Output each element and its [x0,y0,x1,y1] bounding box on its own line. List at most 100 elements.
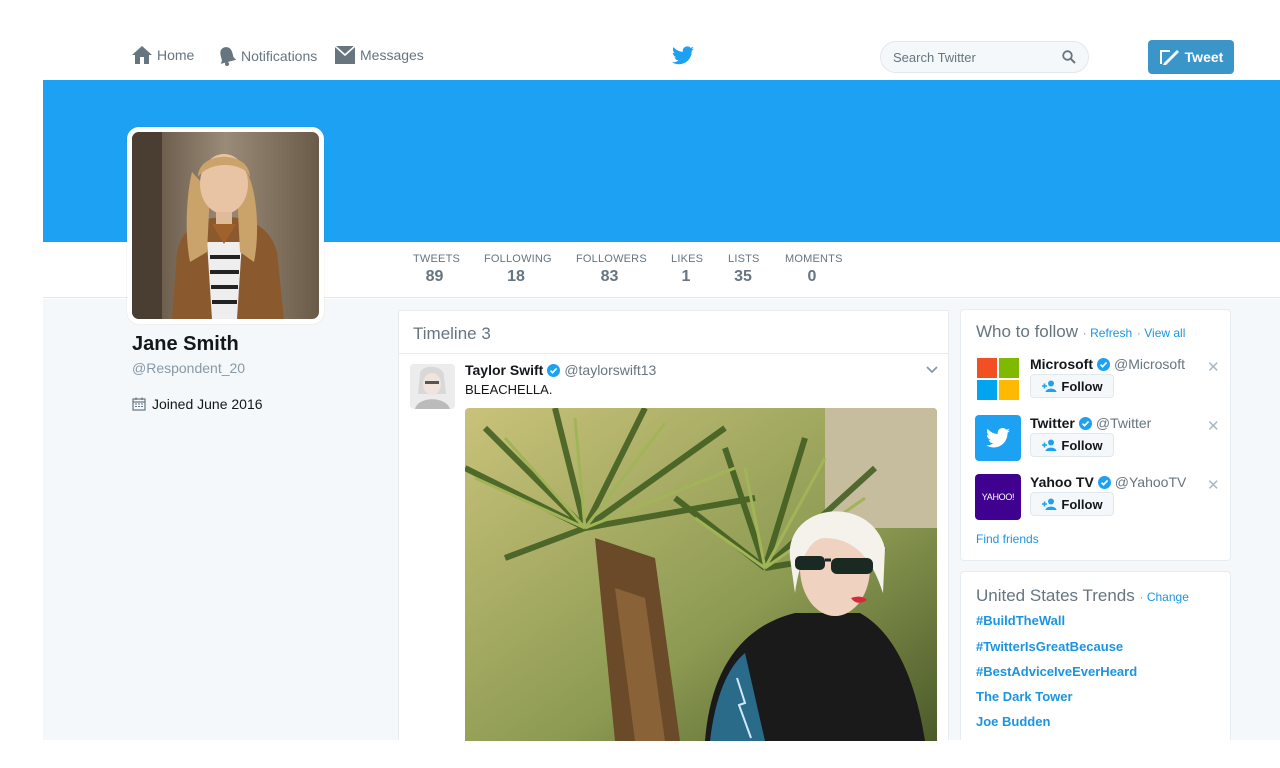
timeline-divider [399,353,948,354]
suggested-account-yahootv: YAHOO! Yahoo TV @YahooTV Follow ✕ [975,474,1225,524]
tweet-author-name[interactable]: Taylor Swift [465,362,543,378]
microsoft-logo-icon[interactable] [975,356,1021,402]
account-handle[interactable]: @Microsoft [1114,356,1185,372]
envelope-icon [335,46,355,64]
follow-button[interactable]: Follow [1030,433,1114,457]
tweet-media-image[interactable] [465,408,937,741]
follow-button[interactable]: Follow [1030,492,1114,516]
trend-item[interactable]: The Dark Tower [976,689,1073,704]
yahoo-logo-text: YAHOO! [981,492,1015,502]
verified-badge-icon [1097,357,1110,371]
top-navigation: Home Notifications Messages Tweet [0,0,1280,80]
twitter-logo [975,415,1021,461]
follow-button-label: Follow [1061,496,1103,512]
account-name-row: Twitter @Twitter [1030,415,1151,431]
follow-button[interactable]: Follow [1030,374,1114,398]
tweet-button[interactable]: Tweet [1148,40,1234,74]
trends-title: United States Trends [976,586,1135,605]
bell-icon [220,47,236,66]
stat-following[interactable]: FOLLOWING 18 [484,253,552,286]
twitter-bird-icon [672,46,694,65]
tweet-text: BLEACHELLA. [465,382,553,397]
chevron-down-icon [926,366,938,374]
account-name[interactable]: Yahoo TV [1030,474,1094,490]
account-handle[interactable]: @Twitter [1096,415,1151,431]
search-input[interactable] [893,42,1063,72]
follow-button-label: Follow [1061,378,1103,394]
trend-item[interactable]: Joe Budden [976,714,1050,729]
view-all-link[interactable]: View all [1144,326,1185,340]
stat-tweets[interactable]: TWEETS 89 [413,253,461,286]
timeline-title: Timeline 3 [413,324,491,343]
calendar-icon [132,397,146,411]
stat-label: FOLLOWERS [576,253,647,265]
nav-home[interactable]: Home [132,46,194,64]
profile-name: Jane Smith [132,333,239,355]
profile-handle: @Respondent_20 [132,360,246,376]
stat-likes[interactable]: LIKES 1 [671,253,704,286]
nav-home-label: Home [157,47,195,63]
stat-label: LISTS [728,253,760,265]
tweet-options[interactable] [925,362,939,380]
twitter-logo-icon[interactable] [975,415,1021,461]
tweet-author-photo [410,364,455,409]
dismiss-close-icon[interactable]: ✕ [1207,417,1220,435]
account-name[interactable]: Twitter [1030,415,1075,431]
stat-value: 83 [600,268,619,285]
twitter-bird-logo[interactable] [672,46,694,70]
microsoft-logo [975,356,1021,402]
nav-notifications-label: Notifications [241,48,318,64]
nav-messages-label: Messages [360,47,424,63]
profile-avatar[interactable] [127,127,324,324]
stat-value: 89 [425,268,444,285]
compose-icon [1159,50,1179,65]
stat-value: 1 [681,268,691,285]
profile-joined: Joined June 2016 [132,396,263,412]
suggested-account-twitter: Twitter @Twitter Follow ✕ [975,415,1225,465]
stat-label: TWEETS [413,253,461,265]
who-to-follow-title: Who to follow [976,322,1079,341]
profile-page: Home Notifications Messages Tweet TWEETS… [0,0,1280,768]
stat-value: 18 [507,268,525,285]
stat-value: 35 [734,268,752,285]
change-trends-link[interactable]: Change [1147,590,1189,604]
verified-badge-icon [1097,475,1111,489]
search-icon[interactable] [1062,50,1076,64]
nav-messages[interactable]: Messages [335,46,424,64]
dismiss-close-icon[interactable]: ✕ [1207,476,1220,494]
verified-badge-icon [1078,416,1092,430]
add-user-icon [1042,380,1057,392]
account-name-row: Microsoft @Microsoft [1030,356,1185,372]
tweet-button-label: Tweet [1184,49,1224,65]
separator-dot: · [1139,590,1147,604]
stat-label: FOLLOWING [484,253,552,265]
verified-badge-icon [547,363,561,377]
tweet-author-handle[interactable]: @taylorswift13 [564,362,656,378]
suggested-account-microsoft: Microsoft @Microsoft Follow ✕ [975,356,1225,406]
stat-label: LIKES [671,253,704,265]
account-handle[interactable]: @YahooTV [1115,474,1187,490]
stat-label: MOMENTS [785,253,843,265]
trends-card: United States Trends · Change #BuildTheW… [960,571,1231,740]
yahoo-tv-logo-icon[interactable]: YAHOO! [975,474,1021,520]
dismiss-close-icon[interactable]: ✕ [1207,358,1220,376]
find-friends-link[interactable]: Find friends [976,532,1039,546]
trend-item[interactable]: #BuildTheWall [976,613,1065,628]
stat-moments[interactable]: MOMENTS 0 [785,253,843,286]
who-to-follow-card: Who to follow · Refresh · View all Micro… [960,309,1231,561]
trends-header: United States Trends · Change [976,586,1189,606]
refresh-link[interactable]: Refresh [1090,326,1132,340]
stat-followers[interactable]: FOLLOWERS 83 [576,253,647,286]
stat-lists[interactable]: LISTS 35 [728,253,760,286]
trend-item[interactable]: #BestAdviceIveEverHeard [976,664,1137,679]
tweet-header: Taylor Swift @taylorswift13 [465,362,656,378]
trend-item[interactable]: #TwitterIsGreatBecause [976,639,1123,654]
who-to-follow-header: Who to follow · Refresh · View all [976,322,1185,342]
tweet-author-avatar[interactable] [410,364,455,409]
timeline: Timeline 3 Taylor Swift @taylorswift13 B… [398,310,949,741]
tweet-photo [465,408,937,741]
nav-notifications[interactable]: Notifications [218,46,317,66]
account-name[interactable]: Microsoft [1030,356,1093,372]
follow-button-label: Follow [1061,437,1103,453]
add-user-icon [1042,439,1057,451]
